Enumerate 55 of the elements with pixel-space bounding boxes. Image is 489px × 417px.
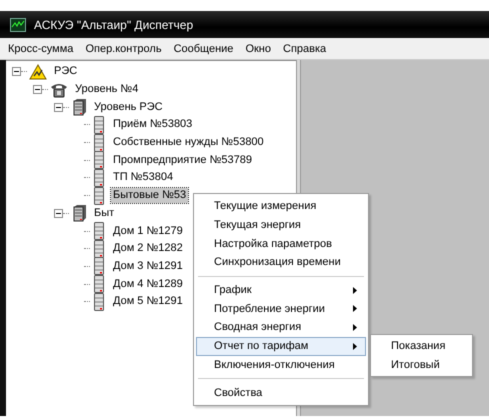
menu-item[interactable]: Справка xyxy=(283,42,326,54)
submenu-arrow-icon xyxy=(353,305,357,312)
menu-item[interactable]: График xyxy=(196,280,366,300)
menu-item[interactable]: Текущая энергия xyxy=(196,216,366,234)
app-icon xyxy=(10,18,26,32)
meter-icon xyxy=(92,222,106,240)
menu-item[interactable]: Сводная энергия xyxy=(196,318,366,337)
tree-item[interactable]: Приём №53803 xyxy=(111,117,194,132)
menu-item[interactable]: Отчет по тарифам xyxy=(196,336,366,356)
tree-item[interactable]: РЭС xyxy=(52,64,80,80)
menu-item[interactable]: Итоговый xyxy=(373,356,470,374)
tree-item[interactable]: Собственные нужды №53800 xyxy=(111,135,266,150)
menu-item[interactable]: Опер.контроль xyxy=(85,42,162,54)
meter-icon xyxy=(92,134,106,152)
tree-item[interactable]: ТП №53804 xyxy=(111,170,176,186)
tree-item[interactable]: Дом 3 №1291 xyxy=(111,258,185,274)
telephone-icon xyxy=(50,82,68,98)
menu-item[interactable]: Кросс-сумма xyxy=(8,42,74,54)
tree-item[interactable]: Бытовые №53 xyxy=(111,188,188,204)
menu-item[interactable]: Показания xyxy=(373,337,470,356)
tree-item[interactable]: Промпредприятие №53789 xyxy=(111,152,254,168)
server-icon xyxy=(71,204,87,222)
menu-item[interactable]: Свойства xyxy=(196,383,366,402)
window-title: АСКУЭ "Альтаир" Диспетчер xyxy=(34,18,194,32)
tree-item[interactable]: Быт xyxy=(92,206,116,221)
menu-item[interactable]: Потребление энергии xyxy=(196,299,366,318)
tree-item[interactable]: Дом 4 №1289 xyxy=(111,276,185,292)
menu-item[interactable]: Настройка параметров xyxy=(196,234,366,254)
menu-item[interactable]: Синхронизация времени xyxy=(196,253,366,272)
tree-item[interactable]: Дом 5 №1291 xyxy=(111,294,185,310)
meter-icon xyxy=(92,186,106,205)
tree-item[interactable]: Дом 1 №1279 xyxy=(111,224,185,239)
menu-item[interactable]: Включения-отключения xyxy=(196,356,366,374)
submenu-arrow-icon xyxy=(353,324,357,331)
meter-icon xyxy=(92,292,106,311)
tree-item[interactable]: Дом 2 №1282 xyxy=(111,241,185,256)
menu-item[interactable]: Сообщение xyxy=(174,42,234,54)
meter-icon xyxy=(92,275,106,294)
menu-item[interactable]: Текущие измерения xyxy=(196,197,366,216)
collapse-icon[interactable] xyxy=(33,85,42,94)
tree-item[interactable]: Уровень №4 xyxy=(73,82,140,98)
meter-icon xyxy=(92,168,106,187)
menu-item[interactable]: Окно xyxy=(245,42,271,54)
collapse-icon[interactable] xyxy=(54,208,63,218)
collapse-icon[interactable] xyxy=(54,102,63,112)
server-icon xyxy=(71,98,87,116)
submenu-arrow-icon xyxy=(353,342,357,350)
meter-icon xyxy=(92,116,106,134)
meter-icon xyxy=(92,240,106,258)
warning-icon xyxy=(29,64,47,80)
tree-item[interactable]: Уровень РЭС xyxy=(92,100,165,115)
meter-icon xyxy=(92,257,106,276)
collapse-icon[interactable] xyxy=(12,67,21,76)
meter-icon xyxy=(92,151,106,170)
submenu-arrow-icon xyxy=(353,286,357,294)
